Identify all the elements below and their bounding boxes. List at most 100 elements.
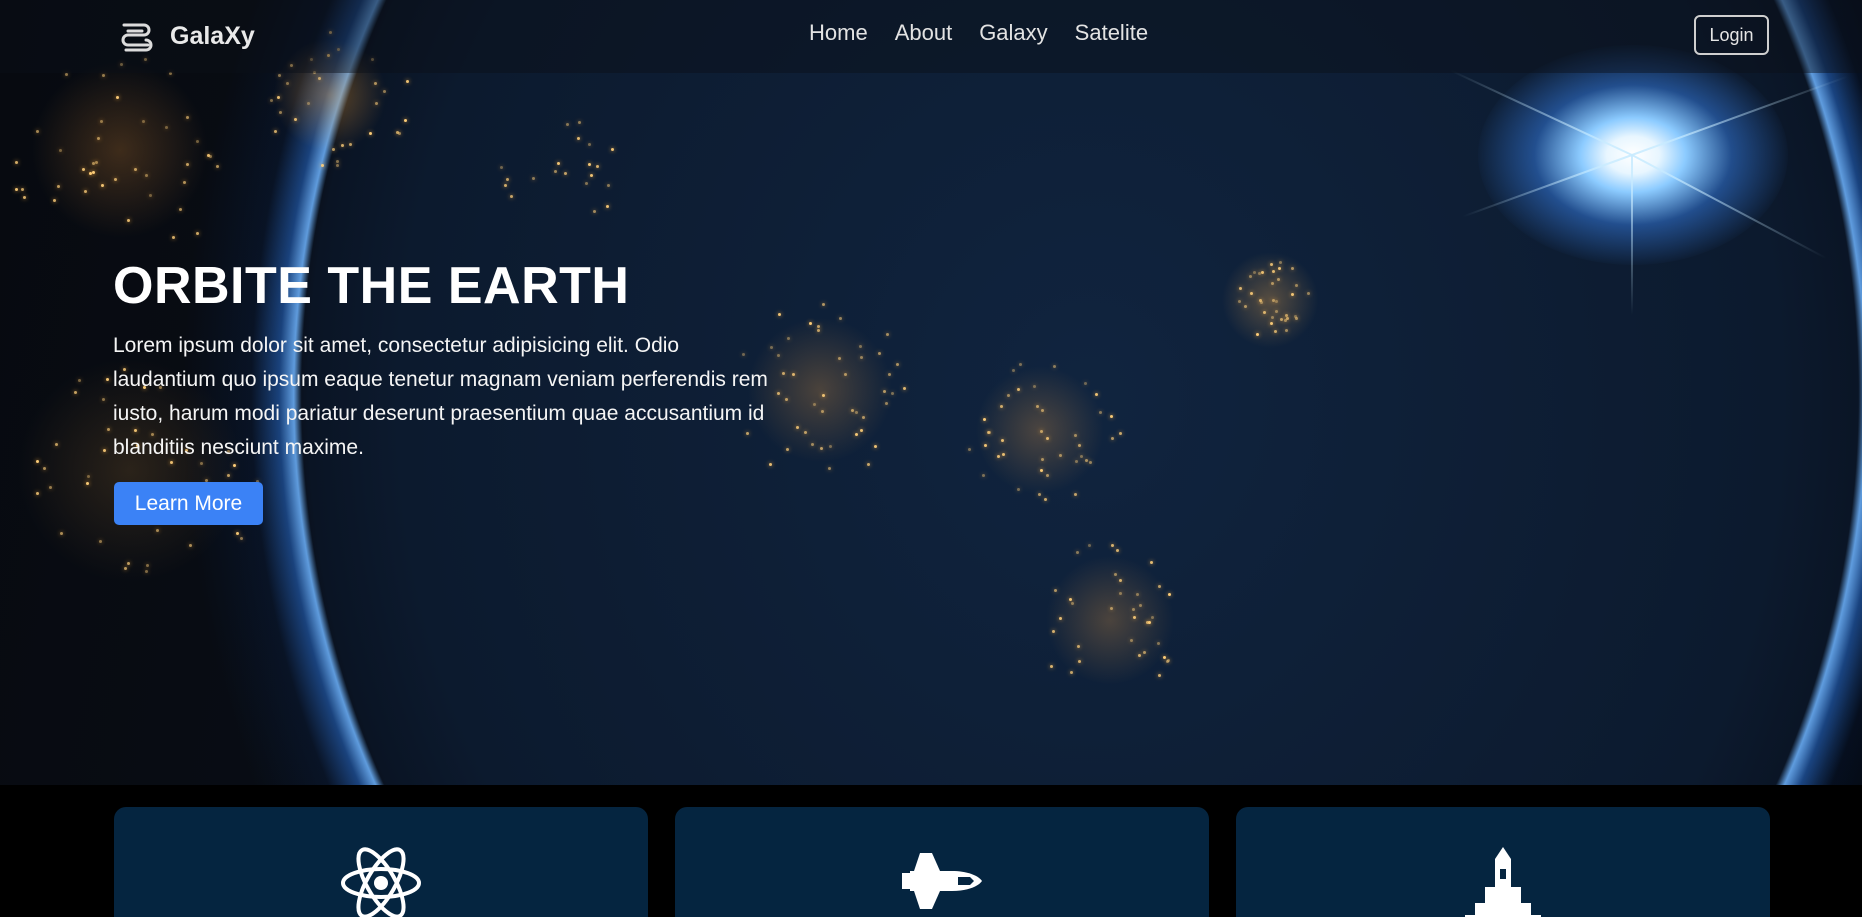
city-light-dot [123, 567, 127, 571]
feature-card-atom[interactable] [114, 807, 648, 917]
city-light-dot [1088, 461, 1092, 465]
city-light-dot [1258, 271, 1262, 275]
learn-more-button[interactable]: Learn More [114, 482, 263, 525]
city-light-dot [178, 208, 182, 212]
city-light-dot [1162, 656, 1166, 660]
feature-card-shuttle[interactable] [675, 807, 1209, 917]
city-light-dot [1249, 291, 1253, 295]
city-light-dot [49, 485, 52, 489]
city-light-dot [1263, 310, 1267, 314]
city-light-dot [1274, 299, 1278, 303]
city-light-dot [1110, 543, 1114, 547]
city-light-dot [1157, 641, 1161, 645]
city-light-dot [1058, 616, 1062, 620]
city-light-dot [126, 561, 130, 565]
city-light-dot [21, 187, 25, 191]
city-light-dot [1074, 459, 1078, 463]
hero-section: GalaXy Home About Galaxy Satelite Login … [0, 0, 1862, 785]
city-light-dot [286, 81, 289, 85]
feature-cards [0, 785, 1862, 917]
city-light-dot [81, 167, 85, 171]
city-light-dot [1148, 620, 1152, 624]
city-light-dot [1271, 269, 1275, 273]
atom-icon [341, 847, 421, 917]
city-light-dot [1084, 459, 1088, 463]
city-light-dot [566, 122, 569, 126]
feature-card-rocket[interactable] [1236, 807, 1770, 917]
city-light-dot [133, 167, 137, 171]
city-light-dot [1290, 293, 1294, 297]
city-light-dot [77, 378, 81, 382]
city-light-dot [42, 466, 46, 470]
city-light-dot [94, 160, 98, 164]
city-light-dot [99, 119, 103, 123]
nav-link-about[interactable]: About [895, 20, 953, 46]
city-light-dot [1075, 550, 1079, 554]
rocket-icon [1465, 847, 1541, 917]
brand-link[interactable]: GalaXy [116, 16, 255, 56]
main-nav: Home About Galaxy Satelite [809, 20, 1148, 46]
city-light-dot [610, 148, 614, 152]
city-light-dot [1243, 305, 1247, 309]
nav-link-galaxy[interactable]: Galaxy [979, 20, 1047, 46]
city-light-dot [1259, 301, 1263, 305]
city-light-dot [1137, 653, 1141, 657]
hero-title: ORBITE THE EARTH [113, 257, 630, 315]
city-light-dot [270, 98, 274, 102]
city-light-dot [1276, 277, 1280, 281]
city-light-dot [1109, 414, 1113, 418]
city-light-dot [1167, 592, 1171, 596]
city-light-dot [1045, 473, 1049, 477]
city-light-dot [553, 169, 557, 173]
city-light-dot [35, 491, 39, 495]
navbar: GalaXy Home About Galaxy Satelite Login [0, 0, 1862, 73]
city-light-dot [91, 171, 95, 175]
city-light-dot [1129, 639, 1133, 643]
city-light-dot [576, 136, 580, 140]
brand-name: GalaXy [170, 21, 255, 50]
city-light-dot [317, 76, 321, 80]
city-light-dot [1131, 607, 1135, 611]
city-light-dot [405, 79, 409, 83]
city-light-dot [240, 536, 244, 540]
city-light-dot [144, 569, 148, 573]
city-light-dot [101, 73, 105, 77]
city-light-dot [1040, 457, 1044, 461]
city-light-dot [100, 183, 104, 187]
city-light-dot [873, 445, 877, 449]
nav-link-satelite[interactable]: Satelite [1075, 20, 1148, 46]
city-light-dot [795, 425, 799, 429]
city-light-dot [838, 316, 842, 320]
city-light-dot [106, 427, 110, 431]
city-light-dot [1271, 281, 1275, 285]
city-light-dot [1239, 286, 1243, 290]
city-light-dot [854, 432, 858, 436]
city-light-dot [785, 447, 789, 451]
city-light-dot [1150, 615, 1154, 619]
city-light-dot [374, 101, 378, 105]
city-light-dot [1098, 410, 1102, 414]
city-light-dot [1070, 601, 1074, 605]
city-light-dot [819, 447, 823, 451]
city-light-dot [397, 131, 401, 135]
city-light-dot [1119, 431, 1123, 435]
city-light-dot [563, 171, 567, 175]
city-light-dot [209, 154, 213, 158]
city-light-dot [866, 462, 870, 466]
city-light-dot [273, 129, 277, 133]
city-light-dot [195, 231, 199, 235]
city-light-dot [1132, 616, 1136, 620]
city-light-dot [890, 391, 894, 395]
city-light-dot [1116, 548, 1119, 552]
city-light-dot [1238, 299, 1242, 303]
city-light-dot [215, 165, 219, 169]
city-light-dot [1000, 438, 1004, 442]
space-shuttle-icon [902, 853, 982, 909]
city-light-dot [22, 195, 26, 199]
login-button[interactable]: Login [1694, 15, 1769, 55]
city-light-dot [1274, 309, 1278, 313]
city-light-dot [115, 96, 119, 100]
brand-logo-icon [121, 23, 153, 52]
city-light-dot [506, 177, 510, 181]
nav-link-home[interactable]: Home [809, 20, 868, 46]
